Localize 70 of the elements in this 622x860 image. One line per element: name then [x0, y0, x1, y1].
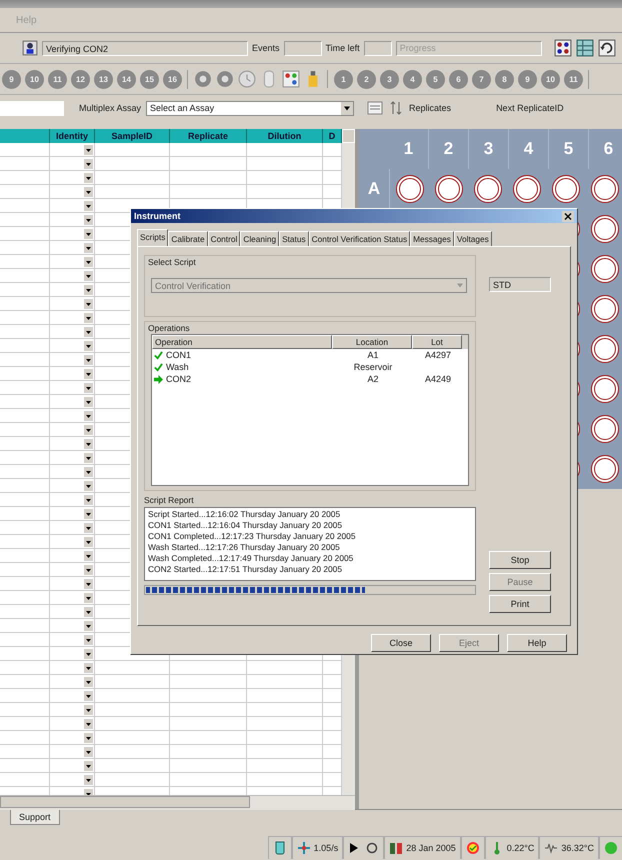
column-header[interactable]: SampleID [95, 129, 170, 143]
group-label: Operations [148, 323, 190, 333]
tab[interactable]: Control Verification Status [308, 231, 410, 246]
tab[interactable]: Cleaning [240, 231, 280, 246]
location-text: A1 [367, 350, 378, 360]
well-button[interactable]: 6 [449, 70, 468, 88]
well-button[interactable]: 9 [2, 70, 21, 88]
well-button[interactable]: 14 [117, 70, 136, 88]
lot-text: A4297 [424, 350, 452, 360]
time-left-label: Time left [326, 43, 360, 53]
progress-field[interactable]: Progress [396, 40, 542, 56]
dialog-button[interactable]: Stop [489, 551, 551, 569]
well-button[interactable]: 1 [334, 70, 353, 88]
multiplex-assay-label: Multiplex Assay [79, 103, 142, 113]
column-header[interactable]: Lot [412, 335, 462, 349]
operation-name: Wash [166, 362, 189, 372]
well-button[interactable]: 5 [426, 70, 445, 88]
date-text: 28 Jan 2005 [406, 842, 456, 852]
status-message: Verifying CON2 [42, 40, 248, 56]
well-button[interactable]: 15 [140, 70, 159, 88]
temperature-text: 0.22°C [506, 842, 534, 852]
group-label: Script Report [144, 495, 195, 505]
report-line: CON1 Started...12:16:04 Thursday January 20 2005 [148, 520, 342, 531]
well-button[interactable]: 2 [357, 70, 376, 88]
sheet-tab[interactable]: Support [10, 810, 60, 825]
temperature-text: 36.32°C [561, 842, 594, 852]
replicates-label: Replicates [409, 103, 452, 113]
well-button[interactable]: 11 [48, 70, 67, 88]
report-line: Wash Started...12:17:26 Thursday January 20 2005 [148, 542, 340, 553]
dialog-title: Instrument [134, 211, 181, 221]
column-header[interactable]: Identity [50, 129, 95, 143]
tab[interactable]: Scripts [137, 229, 168, 246]
flow-rate: 1.05/s [314, 842, 338, 852]
location-text: Reservoir [354, 362, 392, 372]
well-button[interactable]: 10 [541, 70, 560, 88]
well-button[interactable]: 13 [94, 70, 113, 88]
column-header[interactable]: Dilution [247, 129, 323, 143]
well-button[interactable]: 8 [495, 70, 514, 88]
report-line: Wash Completed...12:17:49 Thursday January 20 2005 [148, 553, 354, 564]
tab[interactable]: Calibrate [168, 231, 208, 246]
tab[interactable]: Messages [410, 231, 454, 246]
tab[interactable]: Control [208, 231, 240, 246]
well-button[interactable]: 11 [564, 70, 583, 88]
events-label: Events [252, 43, 280, 53]
well-button[interactable]: 7 [472, 70, 491, 88]
assay-dropdown[interactable]: Select an Assay [146, 100, 354, 116]
well-button[interactable]: 9 [518, 70, 537, 88]
tab[interactable]: Voltages [454, 231, 492, 246]
report-line: CON2 Started...12:17:51 Thursday January 20 2005 [148, 564, 342, 575]
group-label: Select Script [148, 257, 196, 267]
column-header[interactable]: Location [332, 335, 412, 349]
well-button[interactable]: 16 [163, 70, 182, 88]
column-header[interactable]: Operation [152, 335, 332, 349]
operation-name: CON2 [166, 374, 192, 384]
report-line: Script Started...12:16:02 Thursday January 20 2005 [148, 509, 340, 520]
well-button[interactable]: 4 [403, 70, 422, 88]
well-button[interactable]: 10 [25, 70, 44, 88]
dialog-button[interactable]: Help [507, 634, 567, 652]
report-line: CON1 Completed...12:17:23 Thursday January 20 2005 [148, 531, 356, 542]
dialog-button[interactable]: Print [489, 595, 551, 613]
tab[interactable]: Status [279, 231, 309, 246]
well-button[interactable]: 3 [380, 70, 399, 88]
well-button[interactable]: 12 [71, 70, 90, 88]
column-header[interactable]: Replicate [170, 129, 247, 143]
next-replicate-label: Next ReplicateID [496, 103, 564, 113]
operation-name: CON1 [166, 350, 192, 360]
script-code-field: STD [489, 277, 551, 292]
location-text: A2 [367, 374, 378, 384]
lot-text: A4249 [424, 374, 452, 384]
dialog-button[interactable]: Close [371, 634, 431, 652]
